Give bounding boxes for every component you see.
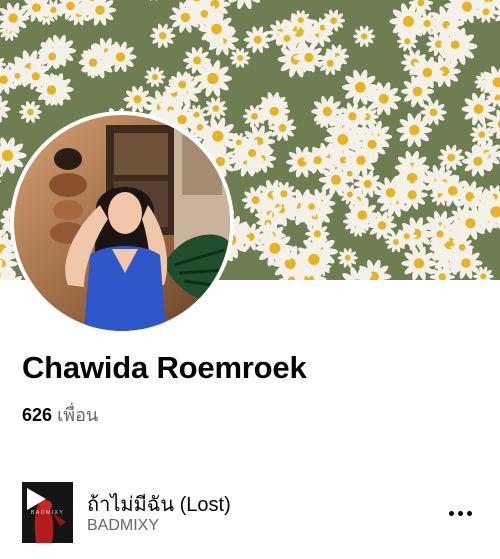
more-dot bbox=[466, 510, 472, 516]
more-dot bbox=[448, 510, 454, 516]
profile-picture-image bbox=[14, 115, 230, 331]
friends-count: 626 bbox=[22, 405, 53, 425]
album-art[interactable]: BADMIXY bbox=[22, 482, 73, 543]
more-horizontal-icon[interactable] bbox=[442, 502, 478, 524]
more-dot bbox=[457, 510, 463, 516]
play-icon[interactable] bbox=[24, 486, 48, 512]
song-title: ถ้าไม่มีฉัน (Lost) bbox=[87, 494, 231, 516]
song-artist: BADMIXY bbox=[87, 517, 160, 534]
friends-count-link[interactable]: 626 เพื่อน bbox=[22, 400, 98, 429]
profile-picture[interactable] bbox=[10, 111, 234, 335]
woman-portrait-image bbox=[14, 115, 230, 331]
friends-label: เพื่อน bbox=[57, 405, 99, 425]
profile-song[interactable]: BADMIXY ถ้าไม่มีฉัน (Lost) BADMIXY bbox=[22, 482, 478, 544]
profile-name: Chawida Roemroek bbox=[22, 350, 307, 385]
